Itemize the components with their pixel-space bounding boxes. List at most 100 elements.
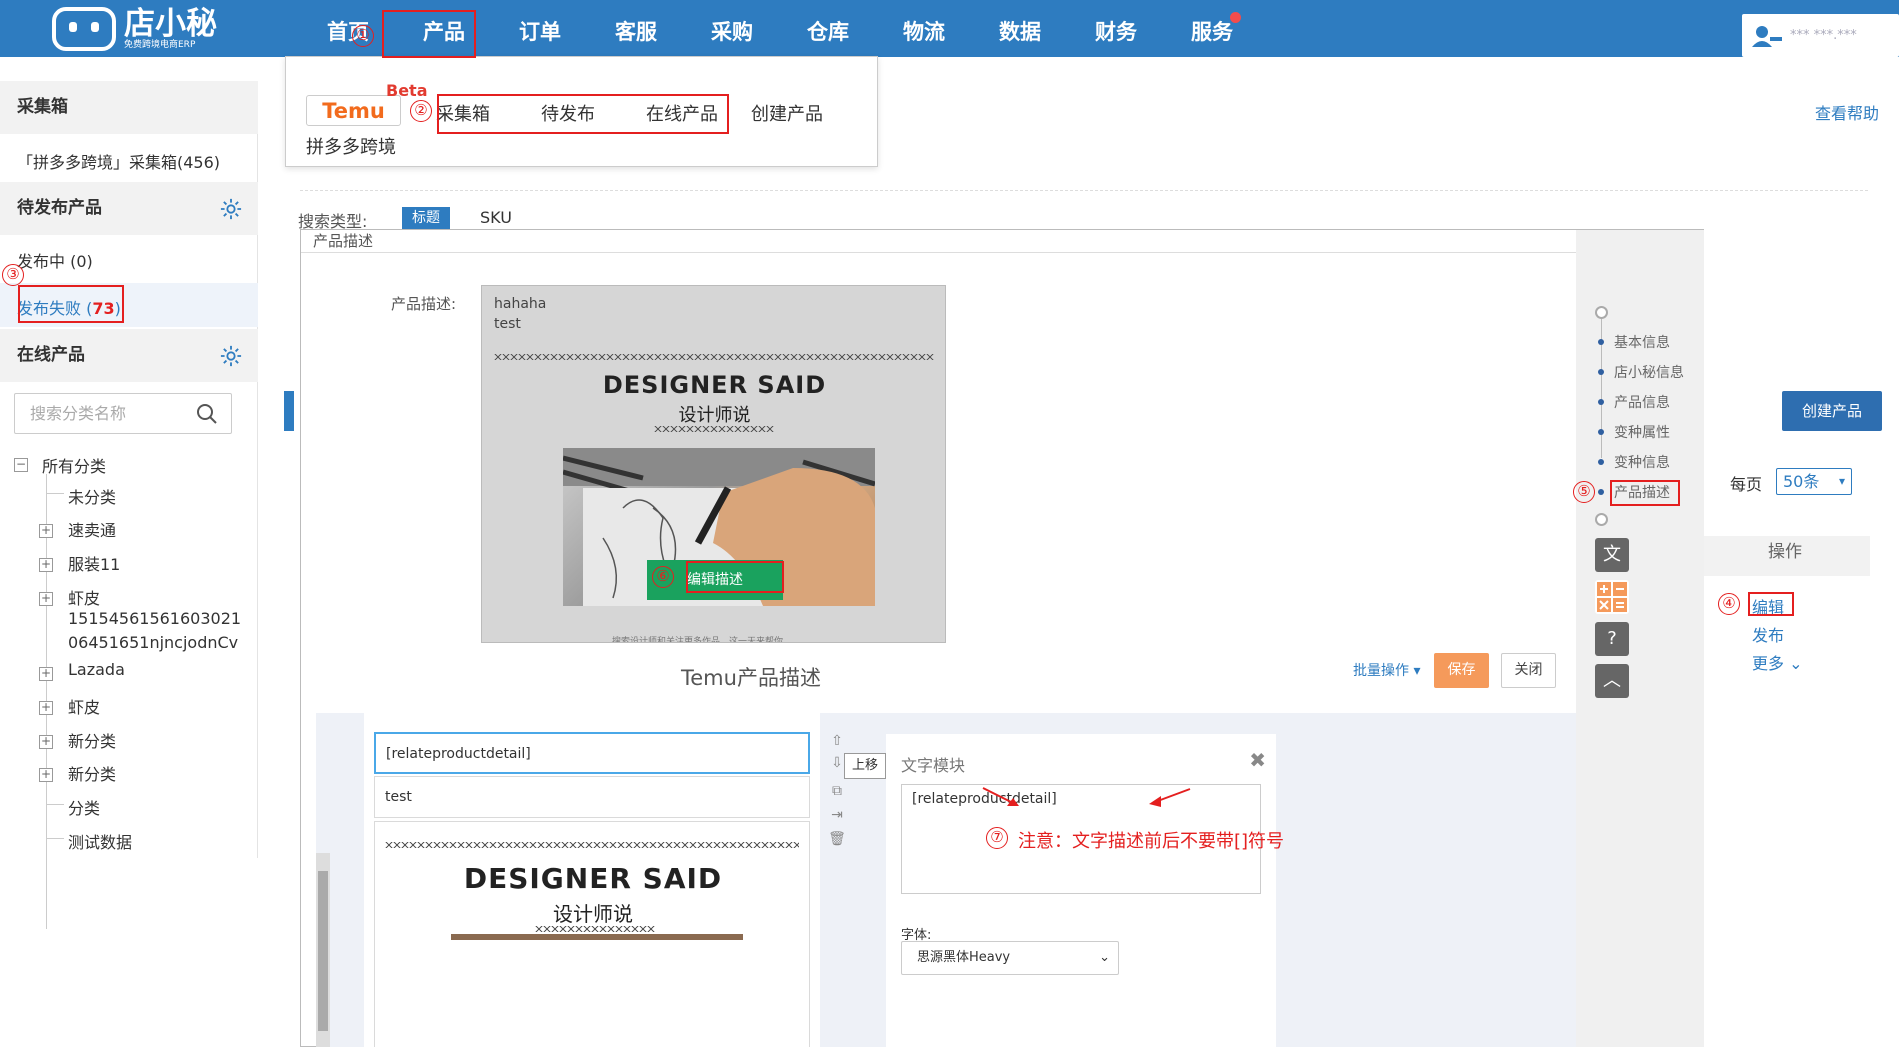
- copy-icon[interactable]: ⧉: [828, 783, 846, 801]
- tree-expand-icon[interactable]: +: [39, 558, 53, 572]
- sidebar-header-pending: 待发布产品: [0, 182, 258, 235]
- tree-expand-icon[interactable]: +: [39, 735, 53, 749]
- nav-logistics[interactable]: 物流: [876, 0, 972, 57]
- gear-icon[interactable]: [220, 345, 242, 367]
- nav-finance[interactable]: 财务: [1068, 0, 1164, 57]
- tree-item[interactable]: 15154561561603021: [68, 609, 241, 628]
- notification-dot: [1230, 12, 1241, 23]
- save-button[interactable]: 保存: [1434, 653, 1489, 688]
- tree-item[interactable]: 虾皮: [68, 585, 100, 609]
- wavy-divider: [494, 354, 934, 360]
- tree-item[interactable]: Lazada: [68, 660, 125, 679]
- search-type-sku[interactable]: SKU: [480, 208, 512, 227]
- product-description-modal: 产品描述 产品描述: hahaha test DESIGNER SAID 设计师…: [300, 229, 1704, 1047]
- per-page-select[interactable]: 50条 ▾: [1776, 468, 1852, 495]
- desc-line: hahaha: [494, 296, 547, 312]
- anchor-dot: [1598, 429, 1604, 435]
- tree-item[interactable]: 06451651njncjodnCv: [68, 633, 238, 652]
- nav-purchase[interactable]: 采购: [684, 0, 780, 57]
- calculator-icon[interactable]: [1595, 580, 1629, 614]
- tree-expand-icon[interactable]: +: [39, 524, 53, 538]
- tree-expand-icon[interactable]: +: [39, 592, 53, 606]
- tree-expand-icon[interactable]: +: [39, 768, 53, 782]
- user-name: *** ***.***: [1790, 28, 1857, 43]
- nav-customer-service[interactable]: 客服: [588, 0, 684, 57]
- anchor-variant-info[interactable]: 变种信息: [1614, 452, 1670, 472]
- caret-down-icon: ▾: [1409, 663, 1421, 679]
- gear-icon[interactable]: [220, 198, 242, 220]
- create-product-button[interactable]: 创建产品: [1782, 391, 1882, 431]
- modal-title-divider: [301, 252, 1576, 253]
- text-block-relate[interactable]: [relateproductdetail]: [374, 732, 810, 774]
- description-label: 产品描述:: [391, 295, 457, 313]
- search-icon[interactable]: [196, 403, 218, 425]
- annotation-step-6: ⑥: [652, 566, 674, 588]
- tree-item[interactable]: 测试数据: [68, 829, 132, 853]
- anchor-dxm-info[interactable]: 店小秘信息: [1614, 362, 1684, 382]
- nav-warehouse[interactable]: 仓库: [780, 0, 876, 57]
- tree-item[interactable]: 速卖通: [68, 517, 116, 541]
- annotation-step-3: ③: [2, 264, 24, 286]
- anchor-start-circle: [1595, 306, 1608, 319]
- anchor-dot: [1598, 399, 1604, 405]
- designer-said-title: DESIGNER SAID: [602, 371, 827, 399]
- publish-link[interactable]: 发布: [1752, 622, 1784, 646]
- sidebar-header-online-label: 在线产品: [17, 345, 85, 365]
- tree-item[interactable]: 未分类: [68, 484, 116, 508]
- tree-expand-icon[interactable]: +: [39, 701, 53, 715]
- arrow-up-icon[interactable]: ⇧: [828, 733, 846, 751]
- editor-canvas: [relateproductdetail] test DESIGNER SAID…: [364, 713, 820, 1047]
- sidebar-item-publishing[interactable]: 发布中 (0): [17, 248, 93, 272]
- annotation-box-edit-desc: [686, 561, 784, 593]
- user-menu[interactable]: *** ***.***: [1742, 14, 1899, 57]
- annotation-step-4: ④: [1718, 593, 1740, 615]
- menu-pdd-cross-border[interactable]: 拼多多跨境: [306, 133, 396, 159]
- robot-logo-icon: [52, 6, 116, 51]
- help-icon[interactable]: ?: [1595, 622, 1629, 656]
- trash-icon[interactable]: 🗑: [828, 831, 846, 849]
- font-select[interactable]: 思源黑体Heavy ⌄: [901, 941, 1119, 975]
- close-button[interactable]: 关闭: [1501, 653, 1556, 688]
- tree-collapse-icon[interactable]: −: [14, 458, 28, 472]
- anchor-end-circle: [1595, 513, 1608, 526]
- nav-data[interactable]: 数据: [972, 0, 1068, 57]
- move-up-tooltip: 上移: [844, 753, 886, 779]
- close-icon[interactable]: ✖: [1249, 748, 1266, 772]
- editor-scrollbar-thumb[interactable]: [318, 871, 328, 1031]
- anchor-basic-info[interactable]: 基本信息: [1614, 332, 1670, 352]
- beta-badge: Beta: [386, 81, 428, 100]
- app-logo[interactable]: 店小秘 免费跨境电商ERP: [52, 0, 272, 57]
- scroll-top-icon[interactable]: ︿: [1595, 664, 1629, 698]
- tree-item[interactable]: 服装11: [68, 551, 120, 575]
- menu-create-product[interactable]: 创建产品: [751, 100, 823, 126]
- sidebar: 采集箱 「拼多多跨境」采集箱(456) 待发布产品 发布中 (0) 发布失败 (…: [0, 81, 258, 929]
- tree-item[interactable]: 虾皮: [68, 694, 100, 718]
- more-link[interactable]: 更多 ⌄: [1752, 650, 1803, 674]
- tree-item[interactable]: 新分类: [68, 761, 116, 785]
- modal-title: 产品描述: [313, 232, 374, 250]
- per-page-value: 50条: [1783, 472, 1820, 491]
- nav-orders[interactable]: 订单: [492, 0, 588, 57]
- batch-operations-button[interactable]: 批量操作 ▾: [1353, 660, 1420, 680]
- help-link[interactable]: 查看帮助: [1815, 100, 1879, 124]
- image-block[interactable]: DESIGNER SAID 设计师说: [374, 821, 810, 1047]
- anchor-variant-attr[interactable]: 变种属性: [1614, 422, 1670, 442]
- editor-scrollbar[interactable]: [316, 853, 330, 1047]
- translate-icon[interactable]: 文: [1595, 538, 1629, 572]
- tree-item[interactable]: 新分类: [68, 728, 116, 752]
- annotation-box-product-desc: [1610, 480, 1680, 506]
- tree-root[interactable]: 所有分类: [42, 453, 106, 477]
- nav-services[interactable]: 服务: [1164, 0, 1260, 57]
- insert-icon[interactable]: ⇥: [828, 807, 846, 825]
- wavy-divider: [535, 926, 655, 932]
- sidebar-item-pdd-collect[interactable]: 「拼多多跨境」采集箱(456): [17, 149, 220, 173]
- annotation-box-edit: [1748, 592, 1794, 616]
- text-block-test[interactable]: test: [374, 776, 810, 818]
- temu-description-editor: [relateproductdetail] test DESIGNER SAID…: [316, 713, 1576, 1047]
- tree-item[interactable]: 分类: [68, 795, 100, 819]
- anchor-product-info[interactable]: 产品信息: [1614, 392, 1670, 412]
- search-type-title[interactable]: 标题: [402, 207, 450, 229]
- anchor-dot: [1598, 459, 1604, 465]
- tree-expand-icon[interactable]: +: [39, 667, 53, 681]
- annotation-step-7: ⑦: [986, 827, 1008, 849]
